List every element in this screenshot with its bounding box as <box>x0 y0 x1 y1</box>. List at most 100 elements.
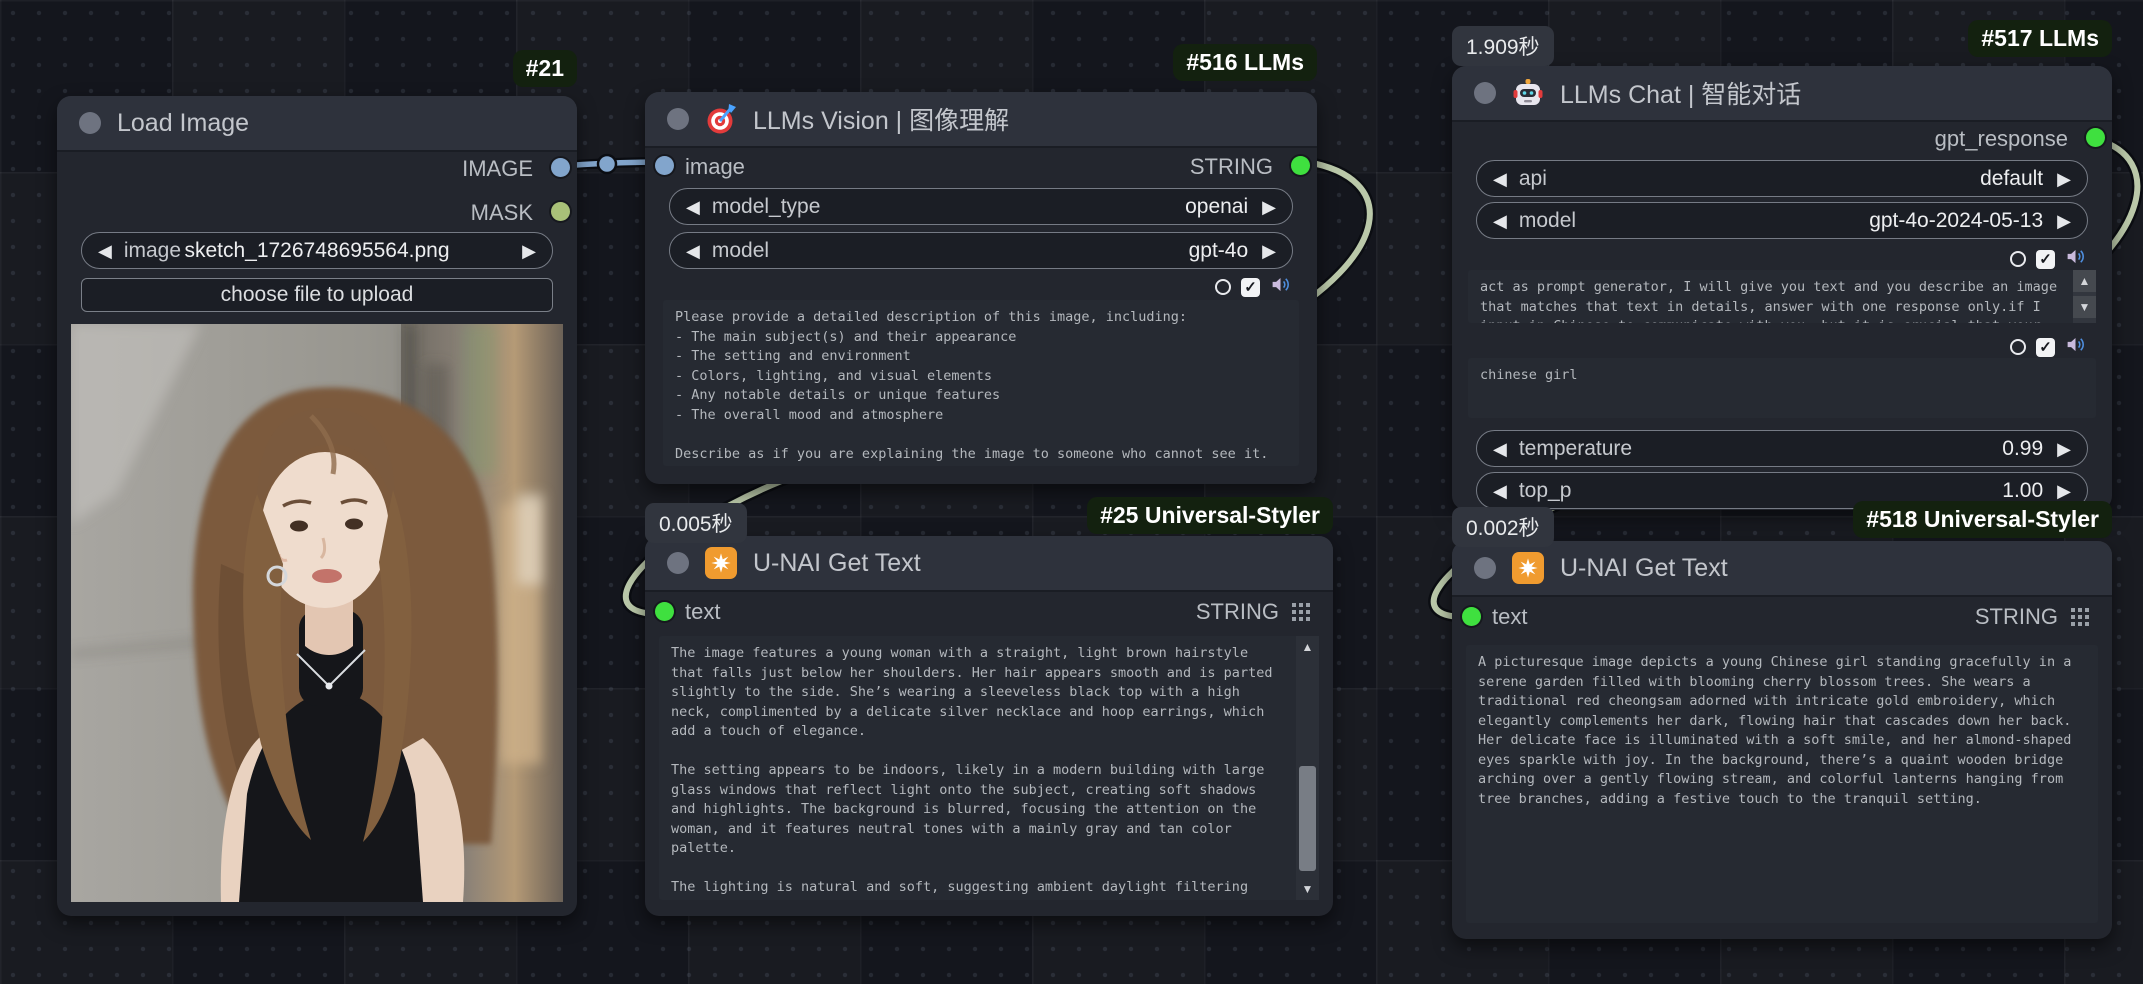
enable-checkbox[interactable]: ✓ <box>2036 250 2055 269</box>
comfyui-canvas[interactable]: { "icons": { "left_arrow": "◀", "right_a… <box>0 0 2143 984</box>
widget-name: model_type <box>712 195 821 219</box>
next-arrow-icon[interactable]: ▶ <box>2057 170 2071 188</box>
user-prompt-wrap: chinese girl <box>1468 358 2096 418</box>
system-prompt-toolbar: ✓ <box>2010 246 2086 272</box>
scroll-down-button[interactable]: ▼ <box>2073 296 2096 318</box>
exec-timer-517: 1.909秒 <box>1452 26 1554 66</box>
prev-arrow-icon[interactable]: ◀ <box>1493 482 1507 500</box>
speaker-icon[interactable] <box>2065 246 2086 272</box>
next-arrow-icon[interactable]: ▶ <box>1262 198 1276 216</box>
prev-arrow-icon[interactable]: ◀ <box>1493 170 1507 188</box>
enable-checkbox[interactable]: ✓ <box>2036 338 2055 357</box>
output-port-gpt-response[interactable] <box>2086 128 2105 147</box>
node-get-text-518-header[interactable]: U-NAI Get Text <box>1452 541 2112 597</box>
node-load-image-header[interactable]: Load Image <box>57 96 577 152</box>
prev-arrow-icon[interactable]: ◀ <box>1493 440 1507 458</box>
api-widget[interactable]: ◀ api default ▶ <box>1476 160 2088 197</box>
next-arrow-icon[interactable]: ▶ <box>2057 482 2071 500</box>
next-arrow-icon[interactable]: ▶ <box>2057 440 2071 458</box>
node-llms-chat-header[interactable]: LLMs Chat | 智能对话 <box>1452 66 2112 122</box>
scroll-down-button[interactable]: ▼ <box>1296 878 1319 900</box>
prev-arrow-icon[interactable]: ◀ <box>686 242 700 260</box>
output-port-string[interactable] <box>1291 156 1310 175</box>
record-toggle-icon[interactable] <box>1215 279 1231 295</box>
user-prompt-toolbar: ✓ <box>2010 334 2086 360</box>
collapse-dot[interactable] <box>1474 82 1496 104</box>
speaker-icon[interactable] <box>2065 334 2086 360</box>
node-llms-vision: LLMs Vision | 图像理解 image STRING ◀ model_… <box>645 92 1317 484</box>
widget-value: gpt-4o <box>1189 239 1249 263</box>
port-label-text: text <box>1492 604 1527 630</box>
port-text[interactable] <box>655 602 674 621</box>
choose-file-button[interactable]: choose file to upload <box>81 278 553 312</box>
image-file-widget[interactable]: ◀ image sketch_1726748695564.png ▶ <box>81 232 553 269</box>
node-llms-chat: LLMs Chat | 智能对话 gpt_response ◀ api defa… <box>1452 66 2112 510</box>
prompt-textarea-wrap: Please provide a detailed description of… <box>663 300 1299 466</box>
input-port-image[interactable] <box>655 156 674 175</box>
node-get-text-25-header[interactable]: U-NAI Get Text <box>645 536 1333 592</box>
widget-value: openai <box>1185 195 1248 219</box>
model-widget[interactable]: ◀ model gpt-4o ▶ <box>669 232 1293 269</box>
node-get-text-518: U-NAI Get Text text STRING A picturesque… <box>1452 541 2112 939</box>
input-label-image: image <box>685 154 745 180</box>
port-text[interactable] <box>1462 607 1481 626</box>
scroll-thumb[interactable] <box>1299 766 1316 871</box>
robot-icon <box>1512 77 1544 109</box>
enable-checkbox[interactable]: ✓ <box>1241 278 1260 297</box>
text-output-textarea[interactable]: The image features a young woman with a … <box>659 636 1296 900</box>
prompt-textarea[interactable]: Please provide a detailed description of… <box>663 300 1299 466</box>
node-title: U-NAI Get Text <box>1560 554 1728 583</box>
node-llms-vision-header[interactable]: LLMs Vision | 图像理解 <box>645 92 1317 148</box>
system-prompt-textarea[interactable]: act as prompt generator, I will give you… <box>1468 270 2073 323</box>
node-title: Load Image <box>117 109 249 138</box>
vision-target-icon <box>705 103 737 135</box>
next-arrow-icon[interactable]: ▶ <box>2057 212 2071 230</box>
record-toggle-icon[interactable] <box>2010 251 2026 267</box>
starburst-icon <box>705 547 737 579</box>
node-title: LLMs Vision | 图像理解 <box>753 101 1009 137</box>
output-port-image[interactable] <box>551 158 570 177</box>
prev-arrow-icon[interactable]: ◀ <box>1493 212 1507 230</box>
output-label-gpt-response: gpt_response <box>1935 126 2068 152</box>
widget-value: gpt-4o-2024-05-13 <box>1869 209 2043 233</box>
node-get-text-25: U-NAI Get Text text STRING The image fea… <box>645 536 1333 916</box>
widget-name: top_p <box>1519 479 1572 503</box>
grid-handle-icon <box>1291 602 1311 627</box>
widget-name: model <box>712 239 769 263</box>
widget-value: 0.99 <box>2002 437 2043 461</box>
node-load-image: Load Image IMAGE MASK ◀ image sketch_172… <box>57 96 577 916</box>
node-id-badge-517: #517 LLMs <box>1968 20 2112 57</box>
output-port-mask[interactable] <box>551 202 570 221</box>
model-type-widget[interactable]: ◀ model_type openai ▶ <box>669 188 1293 225</box>
output-label-mask: MASK <box>471 200 533 226</box>
widget-name: api <box>1519 167 1547 191</box>
scroll-up-button[interactable]: ▲ <box>1296 636 1319 658</box>
widget-value: sketch_1726748695564.png <box>82 239 552 263</box>
text-output-textarea[interactable]: A picturesque image depicts a young Chin… <box>1466 645 2098 923</box>
collapse-dot[interactable] <box>667 108 689 130</box>
collapse-dot[interactable] <box>667 552 689 574</box>
prompt-toolbar: ✓ <box>1215 274 1291 300</box>
next-arrow-icon[interactable]: ▶ <box>1262 242 1276 260</box>
widget-value: default <box>1980 167 2043 191</box>
widget-name: temperature <box>1519 437 1632 461</box>
exec-timer-25: 0.005秒 <box>645 503 747 543</box>
node-title: LLMs Chat | 智能对话 <box>1560 75 1801 111</box>
collapse-dot[interactable] <box>79 112 101 134</box>
system-prompt-wrap: act as prompt generator, I will give you… <box>1468 270 2096 323</box>
record-toggle-icon[interactable] <box>2010 339 2026 355</box>
model-widget[interactable]: ◀ model gpt-4o-2024-05-13 ▶ <box>1476 202 2088 239</box>
node-id-badge-518: #518 Universal-Styler <box>1853 501 2112 538</box>
node-id-badge-516: #516 LLMs <box>1173 44 1317 81</box>
scroll-up-button[interactable]: ▲ <box>2073 270 2096 292</box>
temperature-widget[interactable]: ◀ temperature 0.99 ▶ <box>1476 430 2088 467</box>
user-prompt-textarea[interactable]: chinese girl <box>1468 358 2096 418</box>
text-output-wrap: A picturesque image depicts a young Chin… <box>1466 645 2098 923</box>
grid-handle-icon <box>2070 607 2090 632</box>
prev-arrow-icon[interactable]: ◀ <box>686 198 700 216</box>
speaker-icon[interactable] <box>1270 274 1291 300</box>
scrollbar[interactable]: ▲ ▼ <box>1296 636 1319 900</box>
scrollbar[interactable]: ▲ ▼ <box>2073 270 2096 323</box>
portrait-illustration <box>71 324 563 902</box>
collapse-dot[interactable] <box>1474 557 1496 579</box>
